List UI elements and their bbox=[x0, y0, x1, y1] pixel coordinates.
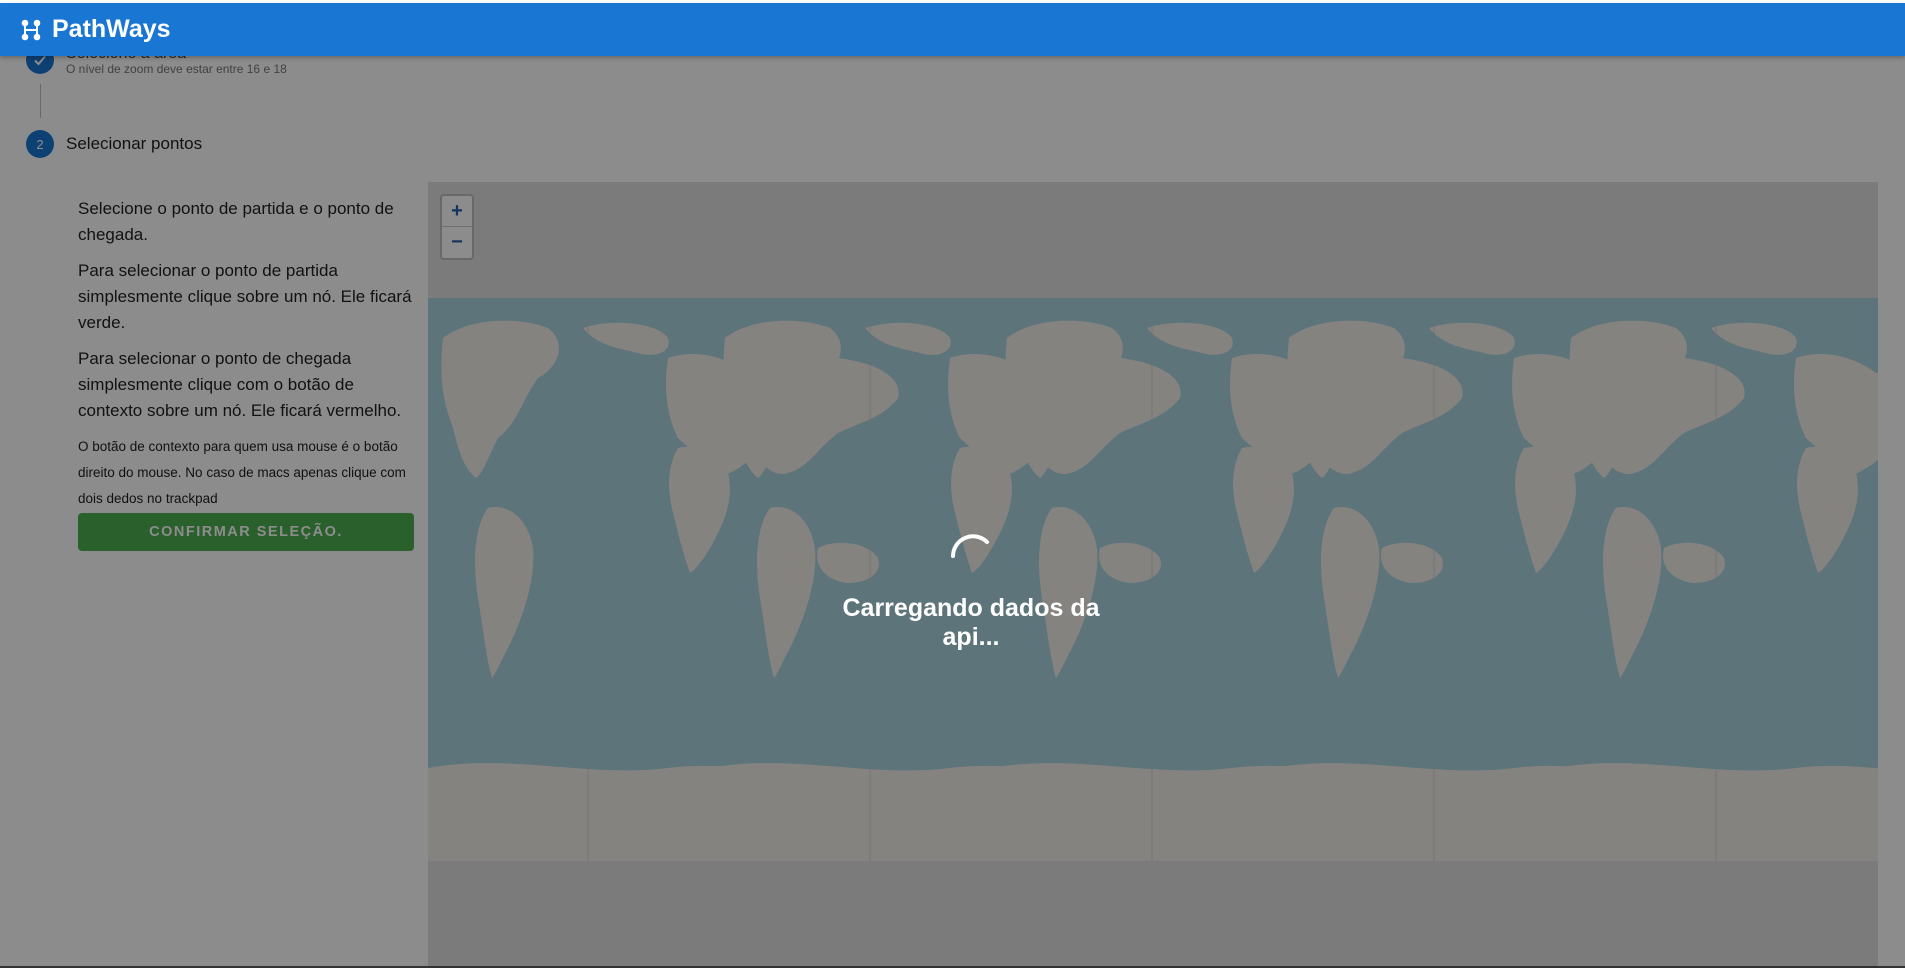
loading-indicator: Carregando dados da api... bbox=[811, 526, 1131, 651]
app-bar: PathWays bbox=[0, 3, 1905, 56]
route-icon bbox=[18, 17, 44, 43]
app-title: PathWays bbox=[52, 15, 171, 43]
spinner-icon bbox=[941, 526, 1001, 586]
loading-overlay bbox=[0, 56, 1905, 968]
loading-text: Carregando dados da api... bbox=[842, 594, 1100, 651]
